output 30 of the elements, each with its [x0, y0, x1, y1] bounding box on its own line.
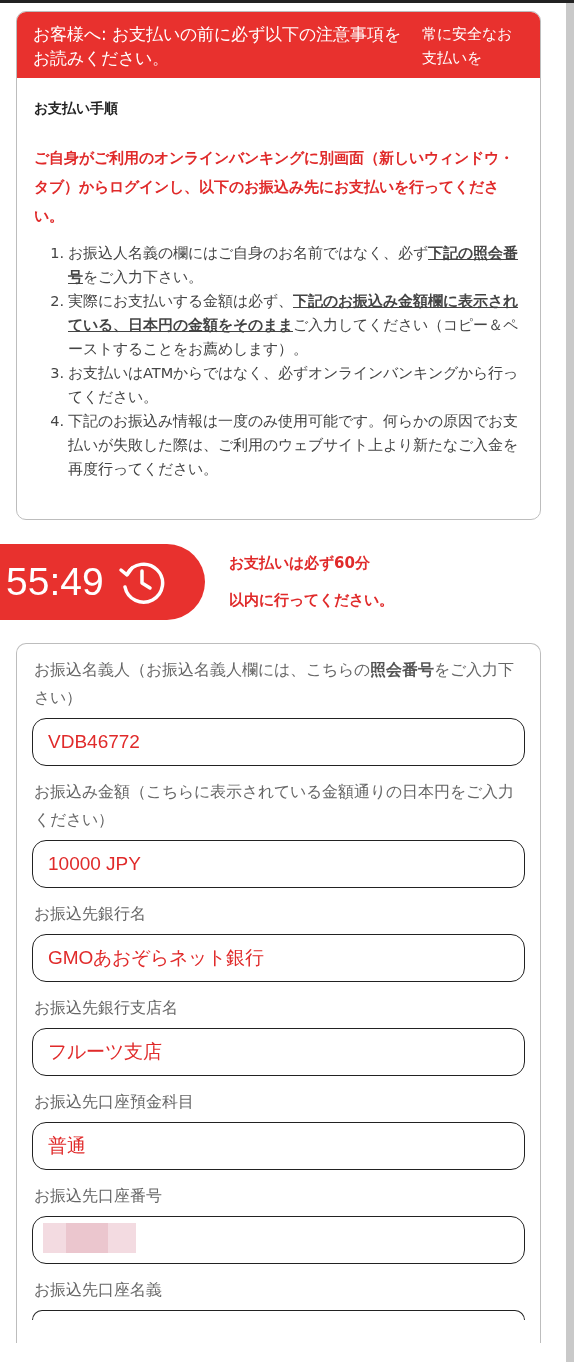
step-number: 1.: [49, 244, 65, 263]
countdown-time: 55:49: [6, 560, 104, 604]
notice-ticker-text: 常に安全なお支払いを: [422, 24, 513, 69]
field-label: お振込先銀行名: [34, 904, 147, 925]
scrollbar[interactable]: [566, 3, 574, 1362]
step-number: 2.: [49, 292, 65, 311]
field-label: お振込先口座預金科目: [34, 1092, 195, 1113]
readonly-field[interactable]: [32, 1310, 525, 1320]
notice-title: お客様へ: お支払いの前に必ず以下の注意事項をお読みください。: [33, 23, 403, 70]
timer-message: お支払いは必ず60分: [229, 553, 371, 574]
readonly-field[interactable]: 普通: [32, 1122, 525, 1170]
warning-text: ご自身がご利用のオンラインバンキングに別画面（新しいウィンドウ・タブ）からログインし、以下のお振込み先にお支払いを行ってください。: [34, 148, 515, 227]
readonly-field[interactable]: GMOあおぞらネット銀行: [32, 934, 525, 982]
field-label: お振込先口座名義: [34, 1280, 163, 1301]
field-label: お振込先口座番号: [34, 1186, 163, 1207]
field-label: お振込み金額（こちらに表示されている金額通りの日本円をご入力ください）: [34, 782, 515, 831]
section-heading: お支払い手順: [34, 100, 119, 118]
readonly-field[interactable]: フルーツ支店: [32, 1028, 525, 1076]
readonly-field[interactable]: [32, 1216, 525, 1264]
readonly-field[interactable]: VDB46772: [32, 718, 525, 766]
step-number: 3.: [49, 364, 65, 383]
step-text: お振込人名義の欄にはご自身のお名前ではなく、必ず下記の照会番号をご入力下さい。: [68, 244, 519, 287]
step-text: 実際にお支払いする金額は必ず、下記のお振込み金額欄に表示されている、日本円の金額をそのままご入力してください（コピー＆ペーストすることをお薦めします）。: [68, 292, 519, 359]
readonly-field[interactable]: 10000 JPY: [32, 840, 525, 888]
field-label: お振込名義人（お振込名義人欄には、こちらの照会番号をご入力下さい）: [34, 660, 515, 709]
step-text: お支払いはATMからではなく、必ずオンラインバンキングから行ってください。: [68, 364, 520, 407]
timer-message: 以内に行ってください。: [229, 590, 394, 611]
step-number: 4.: [49, 412, 65, 431]
step-text: 下記のお振込み情報は一度のみ使用可能です。何らかの原因でお支払いが失敗した際は、ご利用のウェブサイト上より新たなご入金を再度行ってください。: [68, 412, 519, 479]
field-label: お振込先銀行支店名: [34, 998, 179, 1019]
